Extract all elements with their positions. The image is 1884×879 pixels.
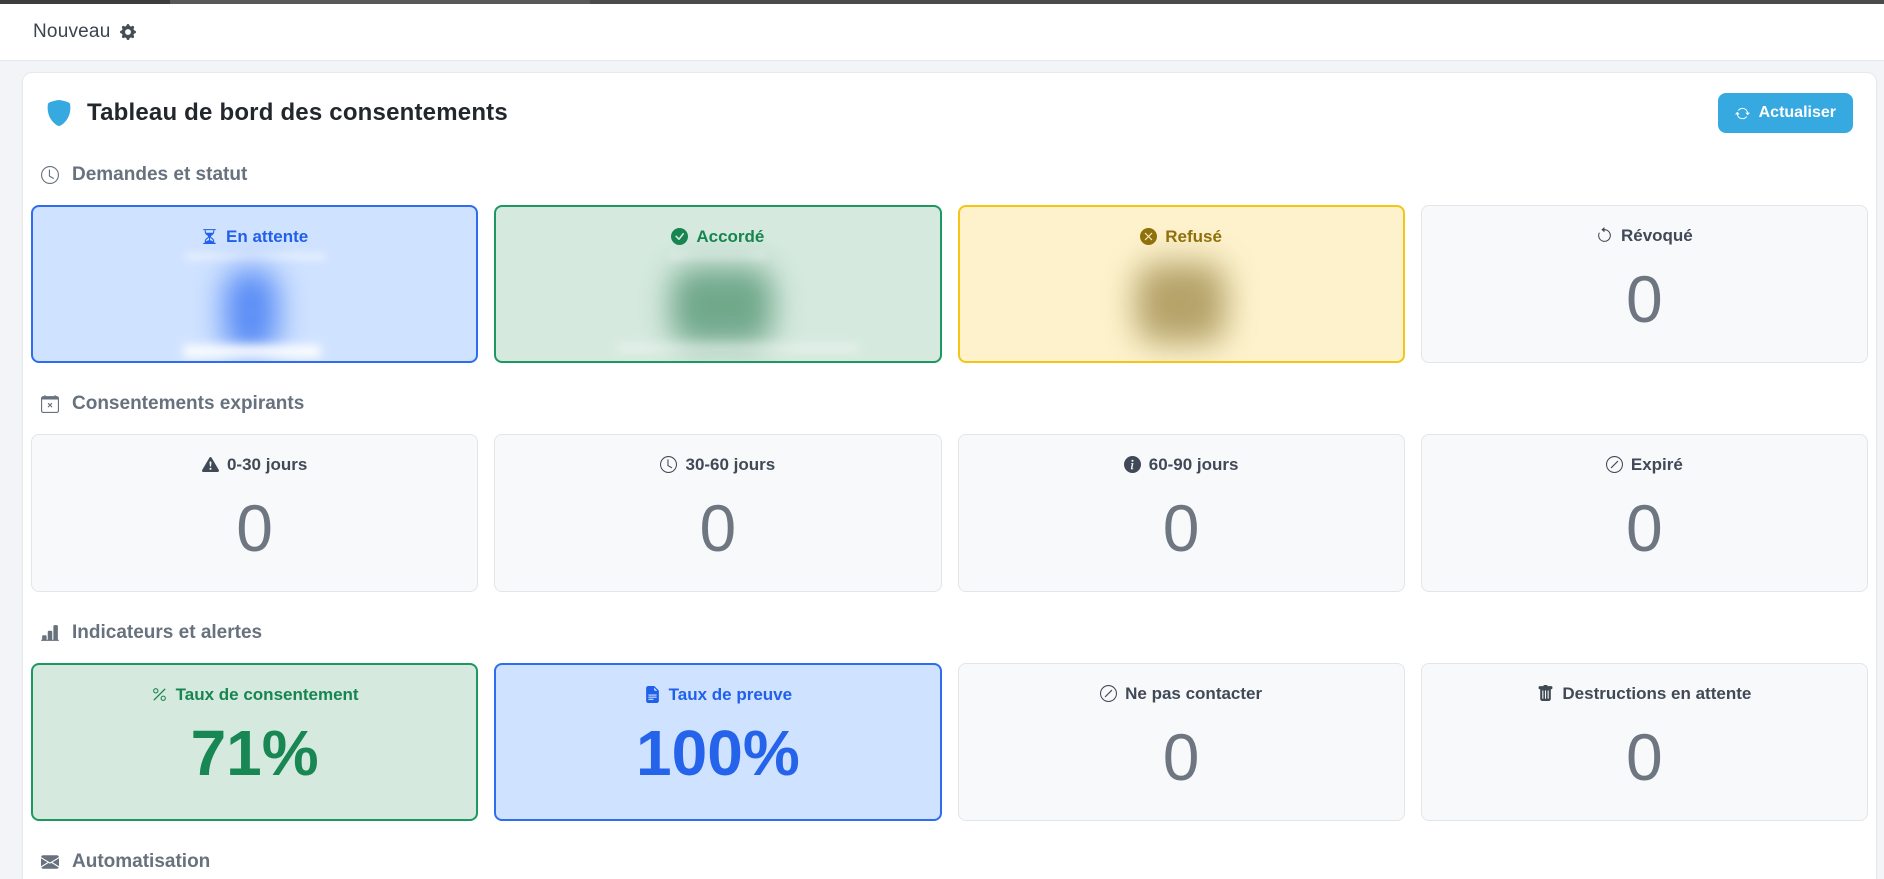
indicator-cards-row: Taux de consentement 71% Taux de preuve … <box>31 663 1868 821</box>
percent-icon <box>151 686 168 703</box>
stat-card-60-90-jours: 60-90 jours 0 <box>958 434 1405 592</box>
redacted-blur <box>185 253 325 260</box>
stat-card-en-attente: En attente <box>31 205 478 363</box>
refresh-button[interactable]: Actualiser <box>1718 93 1853 133</box>
stat-card-accorde: Accordé <box>494 205 941 363</box>
stat-value: 71% <box>191 721 319 785</box>
info-circle-icon <box>1124 456 1141 473</box>
stat-value: 100% <box>636 721 800 785</box>
section-title: Indicateurs et alertes <box>72 622 262 644</box>
stat-label-text: En attente <box>226 228 308 245</box>
file-text-icon <box>644 686 661 703</box>
stat-label-text: 0-30 jours <box>227 456 307 473</box>
stat-label: En attente <box>201 228 308 245</box>
stat-label: 60-90 jours <box>1124 456 1239 473</box>
stat-value: 0 <box>1626 724 1663 790</box>
refresh-icon <box>1735 106 1750 121</box>
stat-label: Destructions en attente <box>1537 685 1751 702</box>
stat-label-text: Destructions en attente <box>1562 685 1751 702</box>
stat-card-30-60-jours: 30-60 jours 0 <box>494 434 941 592</box>
redacted-blur <box>183 345 321 358</box>
redacted-value-blur <box>671 267 773 345</box>
top-navbar: Nouveau <box>0 4 1884 61</box>
stat-label: Refusé <box>1140 228 1222 245</box>
stat-value: 0 <box>1626 495 1663 561</box>
nav-brand[interactable]: Nouveau <box>33 21 110 43</box>
stat-card-destructions-en-attente: Destructions en attente 0 <box>1421 663 1868 821</box>
stat-value: 0 <box>1163 724 1200 790</box>
stat-label-text: Ne pas contacter <box>1125 685 1262 702</box>
section-header-automatisation: Automatisation <box>41 851 1858 873</box>
section-header-demandes-et-statut: Demandes et statut <box>41 164 1858 186</box>
stat-label-text: Taux de preuve <box>669 686 792 703</box>
check-circle-icon <box>671 228 688 245</box>
section-header-consentements-expirants: Consentements expirants <box>41 393 1858 415</box>
envelope-icon <box>41 853 59 871</box>
stat-label: 30-60 jours <box>660 456 775 473</box>
redacted-value-blur <box>224 269 278 355</box>
stat-value: 0 <box>1163 495 1200 561</box>
bar-chart-icon <box>41 624 59 642</box>
stat-card-revoque: Révoqué 0 <box>1421 205 1868 363</box>
redacted-blur <box>616 343 860 353</box>
section-title: Automatisation <box>72 851 210 873</box>
page-title: Tableau de bord des consentements <box>87 99 508 127</box>
expiring-cards-row: 0-30 jours 0 30-60 jours 0 60- <box>31 434 1868 592</box>
window-strip-segment <box>590 0 1884 4</box>
warning-triangle-icon <box>202 456 219 473</box>
stat-value: 0 <box>1626 266 1663 332</box>
stat-label-text: Taux de consentement <box>176 686 359 703</box>
stat-label: Ne pas contacter <box>1100 685 1262 702</box>
stat-value: 0 <box>236 495 273 561</box>
stat-card-0-30-jours: 0-30 jours 0 <box>31 434 478 592</box>
status-cards-row: En attente Accordé <box>31 205 1868 363</box>
shield-icon <box>46 100 72 126</box>
title-group: Tableau de bord des consentements <box>46 99 508 127</box>
stat-card-expire: Expiré 0 <box>1421 434 1868 592</box>
stat-label-text: Expiré <box>1631 456 1683 473</box>
stat-label-text: Accordé <box>696 228 764 245</box>
refresh-button-label: Actualiser <box>1759 104 1836 122</box>
window-top-strip <box>0 0 1884 4</box>
redacted-blur <box>670 253 766 260</box>
stat-label-text: Révoqué <box>1621 227 1693 244</box>
dashboard-header: Tableau de bord des consentements Actual… <box>46 93 1853 133</box>
clock-icon <box>41 166 59 184</box>
undo-icon <box>1596 227 1613 244</box>
stat-card-taux-de-preuve: Taux de preuve 100% <box>494 663 941 821</box>
stat-label: 0-30 jours <box>202 456 307 473</box>
stat-label: Taux de preuve <box>644 686 792 703</box>
consent-dashboard-card: Tableau de bord des consentements Actual… <box>22 72 1877 879</box>
redacted-value-blur <box>1136 263 1226 343</box>
stat-label: Accordé <box>671 228 764 245</box>
stat-label: Expiré <box>1606 456 1683 473</box>
stat-label-text: Refusé <box>1165 228 1222 245</box>
window-strip-segment <box>0 0 170 4</box>
slash-circle-icon <box>1100 685 1117 702</box>
stat-card-taux-de-consentement: Taux de consentement 71% <box>31 663 478 821</box>
calendar-x-icon <box>41 395 59 413</box>
section-title: Consentements expirants <box>72 393 304 415</box>
page-body: Tableau de bord des consentements Actual… <box>0 61 1884 879</box>
stat-label: Révoqué <box>1596 227 1693 244</box>
stat-card-ne-pas-contacter: Ne pas contacter 0 <box>958 663 1405 821</box>
stat-label-text: 30-60 jours <box>685 456 775 473</box>
stat-label-text: 60-90 jours <box>1149 456 1239 473</box>
stat-card-refuse: Refusé <box>958 205 1405 363</box>
window-strip-segment <box>170 0 590 4</box>
section-title: Demandes et statut <box>72 164 247 186</box>
slash-circle-icon <box>1606 456 1623 473</box>
trash-icon <box>1537 685 1554 702</box>
gear-icon[interactable] <box>120 24 136 40</box>
stat-label: Taux de consentement <box>151 686 359 703</box>
clock-icon <box>660 456 677 473</box>
x-circle-icon <box>1140 228 1157 245</box>
hourglass-icon <box>201 228 218 245</box>
section-header-indicateurs-et-alertes: Indicateurs et alertes <box>41 622 1858 644</box>
stat-value: 0 <box>700 495 737 561</box>
